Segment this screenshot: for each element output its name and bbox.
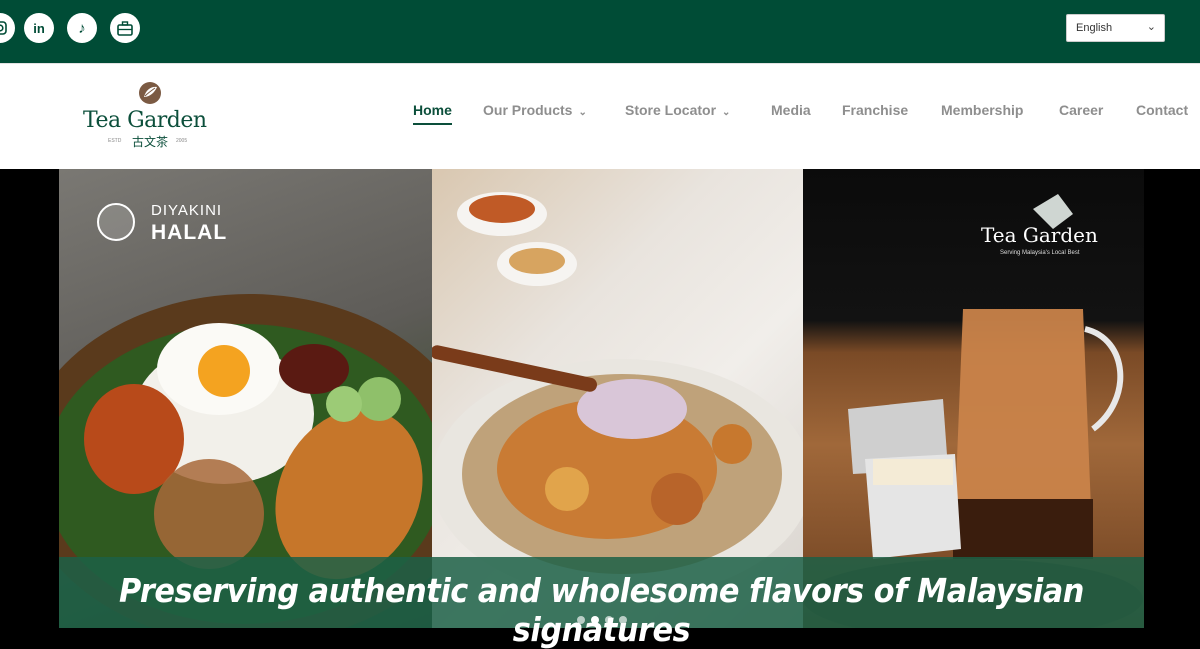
nav-home[interactable]: Home [413,102,452,125]
language-select[interactable]: English ⌄ [1066,14,1165,42]
hero-caption: Preserving authentic and wholesome flavo… [119,571,1084,649]
nav-franchise[interactable]: Franchise [842,102,908,118]
jobs-briefcase-icon[interactable] [110,13,140,43]
tea-garden-logo[interactable]: Tea Garden ESTD 古文茶 2005 [82,80,222,156]
nav-career[interactable]: Career [1059,102,1103,118]
slider-dots [577,616,627,624]
slider-dot-3[interactable] [605,616,613,624]
leaf-emblem-icon [139,82,161,104]
linkedin-icon[interactable]: in [24,13,54,43]
top-bar: in ♪ English ⌄ [0,0,1200,63]
nav-membership[interactable]: Membership [941,102,1023,118]
chevron-down-icon: ⌄ [1146,21,1156,33]
language-selected-value: English [1076,22,1113,34]
nav-contact[interactable]: Contact [1136,102,1188,118]
tiktok-icon[interactable]: ♪ [67,13,97,43]
slider-dot-1[interactable] [577,616,585,624]
nav-store-locator[interactable]: Store Locator ⌄ [625,102,730,118]
halal-seal-icon [97,203,135,241]
chevron-down-icon: ⌄ [722,107,731,118]
instagram-icon[interactable] [0,13,15,43]
main-header: Tea Garden ESTD 古文茶 2005 Home Our Produc… [0,63,1200,169]
slider-dot-4[interactable] [619,616,627,624]
logo-wordmark: Tea Garden [83,108,207,133]
nav-our-products[interactable]: Our Products ⌄ [483,102,587,118]
nav-media[interactable]: Media [771,102,811,118]
tea-garden-overlay-tagline: Serving Malaysia's Local Best [1000,250,1080,256]
chevron-down-icon: ⌄ [578,107,587,118]
slider-dot-2[interactable] [591,616,599,624]
hero-slider[interactable]: DIYAKINI HALAL Tea Garden Serving Malays… [0,169,1200,649]
logo-chinese-name: 古文茶 [132,135,169,149]
tea-garden-overlay-logo: Tea Garden [981,223,1098,247]
